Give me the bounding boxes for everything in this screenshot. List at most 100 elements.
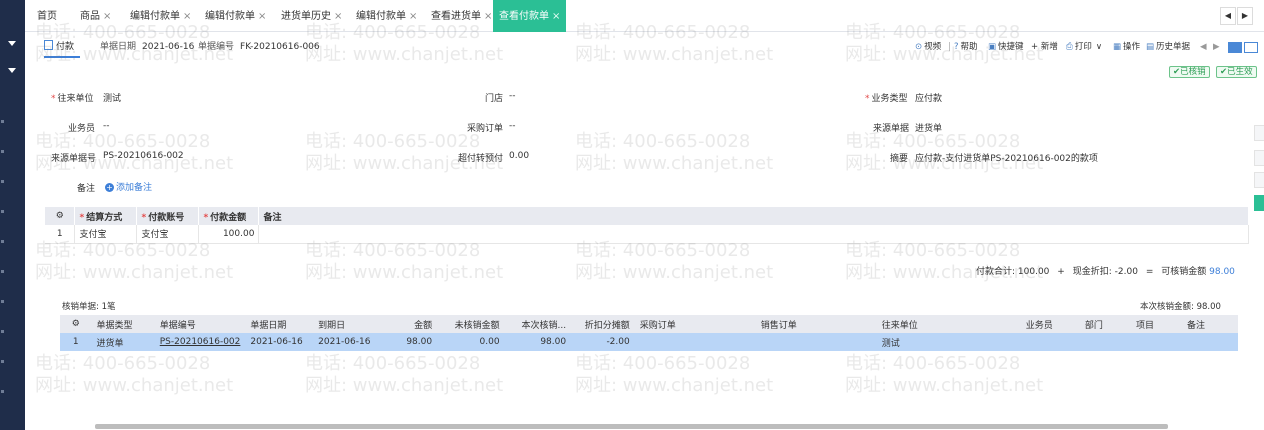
row-index: 1 (60, 333, 92, 351)
tab-scroll-left-icon[interactable]: ◀ (1220, 7, 1236, 25)
watermark-site: 网址: www.chanjet.net (575, 375, 774, 396)
side-tool-icon[interactable] (1254, 172, 1264, 188)
close-icon[interactable]: × (409, 11, 417, 22)
po-value[interactable]: -- (509, 121, 516, 131)
sidebar-marker (1, 360, 4, 363)
totals-line: 付款合计: 100.00 + 现金折扣: -2.00 = 可核销金额 98.00 (976, 264, 1235, 277)
tab-view-purchase[interactable]: 查看进货单 × (431, 0, 492, 32)
card-view-icon[interactable] (1244, 42, 1258, 53)
print-button[interactable]: ⎙ 打印 ∨ (1066, 38, 1102, 57)
cell-this-writeoff[interactable]: 98.00 (504, 333, 572, 351)
required-mark: * (141, 212, 147, 223)
watermark: 电话: 400-665-0028 网址: www.chanjet.net (35, 353, 233, 397)
tab-home[interactable]: 首页 (37, 0, 57, 32)
partner-value[interactable]: 测试 (103, 91, 121, 104)
watermark: 电话: 400-665-0028 网址: www.chanjet.net (575, 240, 773, 284)
cell-doc-no-link[interactable]: PS-20210616-002 (154, 333, 246, 351)
grid-icon: ▦ (1113, 42, 1122, 52)
table-row[interactable]: 1 进货单 PS-20210616-002 2021-06-16 2021-06… (60, 333, 1238, 351)
side-tool-icon[interactable] (1254, 150, 1264, 166)
table-header-row: ⚙ * 结算方式 * 付款账号 * 付款金额 备注 (45, 207, 1249, 225)
column-header-label: 付款金额 (210, 212, 247, 223)
column-settings-gear-icon[interactable]: ⚙ (60, 315, 92, 333)
cell-account[interactable]: 支付宝 (136, 225, 200, 244)
doc-tab-payment[interactable]: 付款 (44, 38, 74, 57)
table-row[interactable]: 1 支付宝 支付宝 100.00 (45, 225, 1249, 244)
watermark-phone: 电话: 400-665-0028 (575, 353, 751, 374)
tab-label: 编辑付款单 (356, 11, 406, 22)
next-doc-icon[interactable]: ▶ (1213, 38, 1220, 57)
row-index: 1 (45, 225, 76, 244)
discount-value: -2.00 (1114, 267, 1138, 277)
document-icon (44, 40, 53, 50)
column-header: 项目 (1130, 315, 1182, 333)
add-note-label: 添加备注 (116, 183, 153, 193)
source-no-value: PS-20210616-002 (103, 151, 184, 161)
close-icon[interactable]: × (484, 11, 492, 22)
writeoff-table: ⚙ 单据类型 单据编号 单据日期 到期日 金额 未核销金额 本次核销... 折扣… (60, 315, 1238, 351)
history-icon: ▤ (1146, 42, 1155, 52)
note-label: 备注 (77, 184, 96, 194)
tab-edit-payment-2[interactable]: 编辑付款单 × (205, 0, 266, 32)
watermark-phone: 电话: 400-665-0028 (845, 131, 1021, 152)
column-header: 销售订单 (755, 315, 877, 333)
doc-number-label: 单据编号 (198, 42, 235, 52)
column-settings-gear-icon[interactable]: ⚙ (45, 207, 76, 225)
watermark-phone: 电话: 400-665-0028 (305, 131, 481, 152)
cell-note[interactable] (258, 225, 1249, 244)
tab-edit-payment-1[interactable]: 编辑付款单 × (130, 0, 191, 32)
column-header: 金额 (378, 315, 438, 333)
cell-clerk (1020, 333, 1080, 351)
left-sidebar (0, 0, 25, 430)
doc-number-value: FK-20210616-006 (240, 42, 320, 52)
help-button[interactable]: ? 帮助 (954, 38, 978, 57)
discount-label: 现金折扣: (1072, 267, 1112, 277)
tab-view-payment[interactable]: 查看付款单 × (493, 0, 567, 32)
close-icon[interactable]: × (334, 11, 342, 22)
tab-label: 编辑付款单 (130, 11, 180, 22)
sidebar-expand-arrow-icon[interactable] (8, 41, 16, 46)
active-tab-indicator (44, 56, 80, 58)
horizontal-scrollbar[interactable] (95, 424, 1168, 429)
tab-scroll-right-icon[interactable]: ▶ (1237, 7, 1253, 25)
tab-label: 查看进货单 (431, 11, 481, 22)
close-icon[interactable]: × (552, 11, 560, 22)
column-header: 备注 (258, 207, 1249, 225)
tab-purchase-history[interactable]: 进货单历史 × (281, 0, 342, 32)
close-icon[interactable]: × (183, 11, 191, 22)
prev-doc-icon[interactable]: ◀ (1200, 38, 1207, 57)
tab-goods[interactable]: 商品 × (80, 0, 111, 32)
store-value[interactable]: -- (509, 91, 516, 101)
sidebar-marker (1, 390, 4, 393)
side-tool-icon[interactable] (1254, 195, 1264, 211)
summary-value[interactable]: 应付款-支付进货单PS-20210616-002的款项 (915, 151, 1098, 164)
column-header: * 付款账号 (136, 207, 200, 225)
side-tool-icon[interactable] (1254, 125, 1264, 141)
close-icon[interactable]: × (258, 11, 266, 22)
history-button[interactable]: ▤ 历史单据 (1146, 38, 1190, 57)
cell-method[interactable]: 支付宝 (74, 225, 138, 244)
biztype-label: * 业务类型 (865, 91, 908, 104)
biztype-value[interactable]: 应付款 (915, 91, 942, 104)
help-label: 帮助 (960, 42, 978, 52)
shortcut-button[interactable]: ▣ 快捷键 (988, 38, 1024, 57)
source-type-value: 进货单 (915, 124, 943, 134)
cell-doc-date: 2021-06-16 (245, 333, 314, 351)
column-header: 业务员 (1020, 315, 1080, 333)
tab-edit-payment-3[interactable]: 编辑付款单 × (356, 0, 417, 32)
add-note-link[interactable]: + 添加备注 (105, 180, 152, 193)
new-button[interactable]: + 新增 (1031, 38, 1058, 57)
list-view-icon[interactable] (1228, 42, 1242, 53)
operate-button[interactable]: ▦ 操作 (1113, 38, 1140, 57)
video-button[interactable]: ⊙ 视频 (915, 38, 941, 57)
cell-amount[interactable]: 100.00 (198, 225, 260, 244)
sidebar-expand-arrow-icon[interactable] (8, 68, 16, 73)
watermark: 电话: 400-665-0028 网址: www.chanjet.net (305, 353, 503, 397)
watermark-phone: 电话: 400-665-0028 (35, 353, 211, 374)
tab-bar: 首页 商品 × 编辑付款单 × 编辑付款单 × 进货单历史 × 编辑付款单 × 查看进货单… (25, 0, 1264, 32)
help-icon: ? (954, 42, 959, 52)
writeoff-this-amount: 本次核销金额: 98.00 (1140, 302, 1221, 312)
sidebar-marker (1, 150, 4, 153)
clerk-value[interactable]: -- (103, 121, 110, 131)
close-icon[interactable]: × (103, 11, 111, 22)
